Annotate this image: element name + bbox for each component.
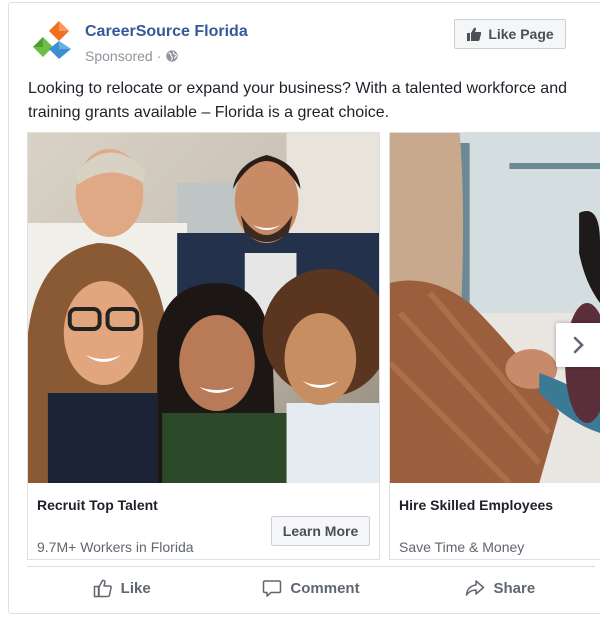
post-caption: Looking to relocate or expand your busin… [28,80,567,121]
like-page-label: Like Page [488,26,554,42]
thumbs-up-outline-icon [93,579,112,598]
chevron-right-icon [573,336,584,354]
carousel-card-1[interactable]: Recruit Top Talent Learn More 9.7M+ Work… [27,132,380,560]
actions-divider [27,566,595,567]
card-headline[interactable]: Recruit Top Talent [37,497,158,513]
card-description: 9.7M+ Workers in Florida [37,539,194,555]
carousel-next-button[interactable] [556,323,600,367]
sponsored-label[interactable]: Sponsored [85,48,153,64]
team-photo[interactable] [28,133,379,483]
post-meta: Sponsored · [85,48,179,64]
learn-more-button[interactable]: Learn More [271,516,370,546]
share-icon [466,580,485,596]
card-description: Save Time & Money [399,539,525,555]
comment-button[interactable]: Comment [216,568,405,608]
share-label: Share [493,579,536,597]
like-button[interactable]: Like [27,568,216,608]
share-button[interactable]: Share [406,568,595,608]
post-actions: Like Comment Share [27,568,595,608]
comment-label: Comment [290,579,360,597]
meta-separator: · [156,48,162,64]
careersource-logo[interactable] [29,17,75,63]
comment-icon [263,580,282,597]
handshake-photo[interactable] [390,133,600,483]
like-page-button[interactable]: Like Page [454,19,566,49]
like-label: Like [120,579,151,597]
card-headline[interactable]: Hire Skilled Employees [399,497,553,513]
page-name-link[interactable]: CareerSource Florida [85,23,248,41]
globe-icon [166,50,179,62]
thumbs-up-icon [467,27,482,41]
